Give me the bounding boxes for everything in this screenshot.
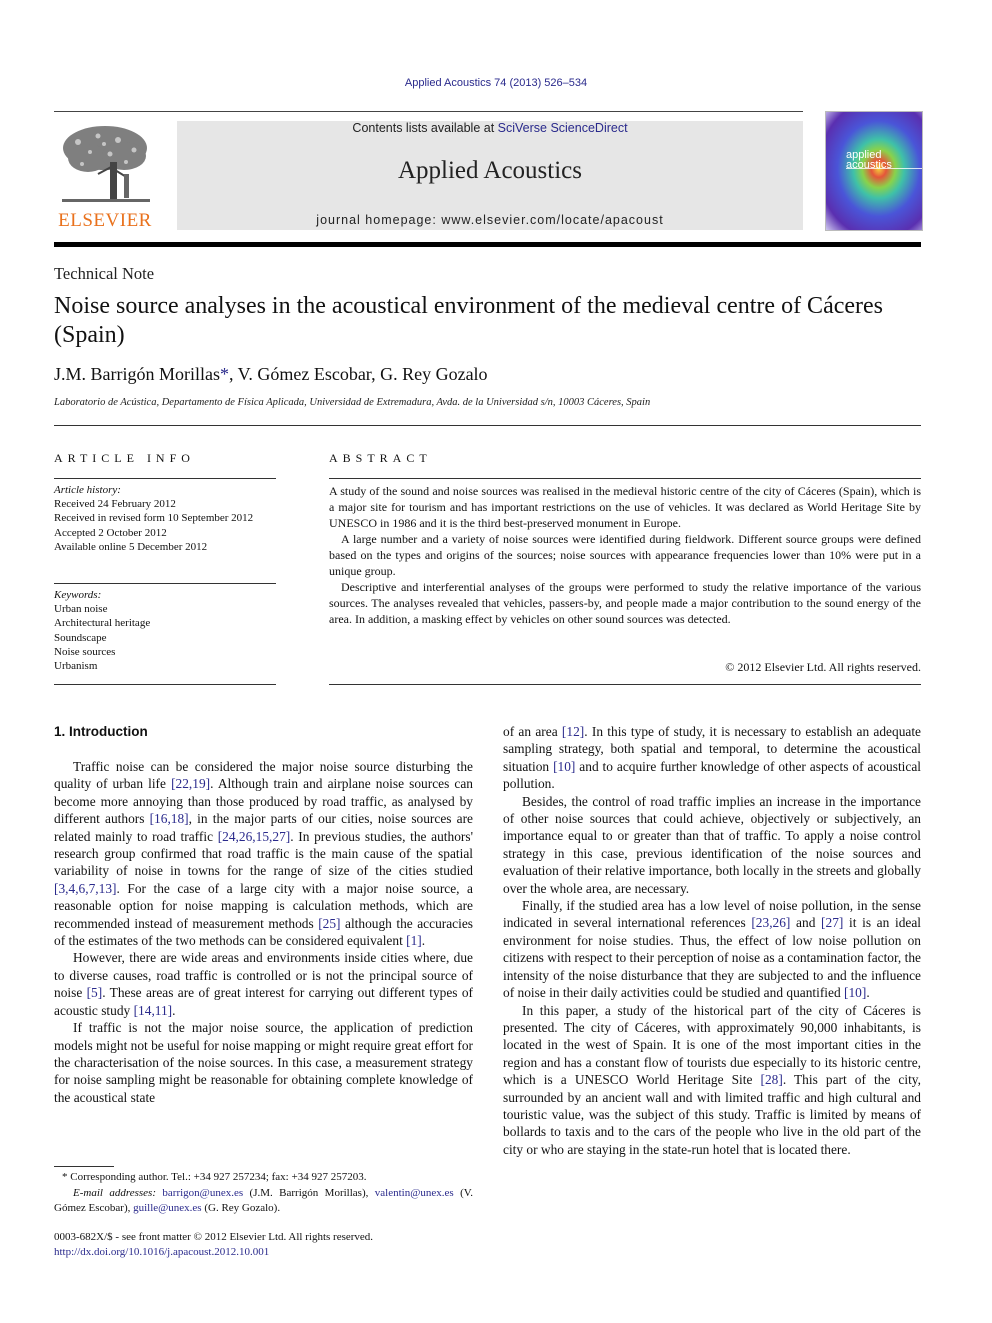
divider <box>54 425 921 426</box>
author-names-rest: , V. Gómez Escobar, G. Rey Gozalo <box>229 364 488 384</box>
article-type: Technical Note <box>54 264 155 283</box>
affiliation: Laboratorio de Acústica, Departamento de… <box>54 397 651 408</box>
divider <box>329 684 921 685</box>
abstract-body: A study of the sound and noise sources w… <box>329 483 921 627</box>
body-text: . <box>866 985 870 1001</box>
abstract-paragraph: Descriptive and interferential analyses … <box>329 580 921 626</box>
body-paragraph: Traffic noise can be considered the majo… <box>54 758 473 949</box>
article-history: Article history: Received 24 February 20… <box>54 483 276 554</box>
history-item: Received in revised form 10 September 20… <box>54 512 254 525</box>
corresponding-author-note: * Corresponding author. Tel.: +34 927 25… <box>54 1170 473 1186</box>
email-owner: (G. Rey Gozalo). <box>201 1202 281 1214</box>
citation-link[interactable]: [10] <box>844 985 866 1000</box>
header-top-rule <box>54 111 803 112</box>
body-paragraph: However, there are wide areas and enviro… <box>54 949 473 1019</box>
abstract-heading: ABSTRACT <box>329 451 432 465</box>
contents-prefix: Contents lists available at <box>352 121 498 135</box>
keyword: Urban noise <box>54 603 108 616</box>
author-name[interactable]: J.M. Barrigón Morillas <box>54 364 220 384</box>
divider <box>54 583 276 584</box>
contents-line: Contents lists available at SciVerse Sci… <box>177 121 803 135</box>
citation-link[interactable]: [1] <box>406 933 422 948</box>
body-column-left: Traffic noise can be considered the majo… <box>54 758 473 1106</box>
footnote-text: Corresponding author. Tel.: +34 927 2572… <box>67 1171 367 1183</box>
journal-banner: Contents lists available at SciVerse Sci… <box>177 121 803 230</box>
body-paragraph: If traffic is not the major noise source… <box>54 1019 473 1106</box>
history-item: Accepted 2 October 2012 <box>54 526 167 539</box>
elsevier-wordmark: ELSEVIER <box>58 210 152 231</box>
abstract-paragraph: A study of the sound and noise sources w… <box>329 484 921 530</box>
email-label: E-mail addresses: <box>73 1186 156 1199</box>
citation-link[interactable]: [22,19] <box>171 776 210 791</box>
section-heading-introduction: 1. Introduction <box>54 724 148 739</box>
keywords: Keywords: Urban noise Architectural heri… <box>54 588 276 673</box>
citation-link[interactable]: [25] <box>318 916 340 931</box>
keyword: Soundscape <box>54 631 107 644</box>
citation-link[interactable]: [12] <box>562 724 584 739</box>
footnote-rule <box>54 1166 114 1167</box>
body-text: . These areas are of great interest for … <box>54 985 473 1018</box>
article-info-heading: ARTICLE INFO <box>54 451 195 465</box>
email-addresses: E-mail addresses: barrigon@unex.es (J.M.… <box>54 1186 473 1217</box>
body-column-right: of an area [12]. In this type of study, … <box>503 723 921 1158</box>
citation-link[interactable]: [10] <box>553 759 575 774</box>
citation-link[interactable]: [23,26] <box>751 915 790 930</box>
body-text: of an area <box>503 724 562 739</box>
body-text: If traffic is not the major noise source… <box>54 1020 473 1105</box>
body-text: . <box>172 1002 176 1018</box>
cover-line <box>846 168 922 169</box>
doi-link[interactable]: http://dx.doi.org/10.1016/j.apacoust.201… <box>54 1245 373 1260</box>
keyword: Noise sources <box>54 645 116 658</box>
abstract-copyright: © 2012 Elsevier Ltd. All rights reserved… <box>725 660 921 674</box>
abstract-paragraph: A large number and a variety of noise so… <box>329 532 921 578</box>
footnote: * Corresponding author. Tel.: +34 927 25… <box>54 1170 473 1217</box>
body-paragraph: In this paper, a study of the historical… <box>503 1002 921 1159</box>
email-link[interactable]: guille@unex.es <box>133 1202 201 1214</box>
keyword: Urbanism <box>54 660 98 673</box>
cover-title: applied acoustics <box>846 150 892 171</box>
sciencedirect-link[interactable]: SciVerse ScienceDirect <box>498 121 628 135</box>
citation-link[interactable]: [5] <box>87 985 103 1000</box>
citation-link[interactable]: [16,18] <box>150 811 189 826</box>
divider <box>54 684 276 685</box>
elsevier-tree-icon <box>62 126 150 202</box>
history-item: Available online 5 December 2012 <box>54 540 208 553</box>
corresponding-author-mark[interactable]: * <box>220 364 229 384</box>
front-matter: 0003-682X/$ - see front matter © 2012 El… <box>54 1230 373 1259</box>
divider <box>329 478 921 479</box>
elsevier-logo[interactable]: ELSEVIER <box>54 120 156 232</box>
email-link[interactable]: valentin@unex.es <box>375 1187 454 1199</box>
author-list: J.M. Barrigón Morillas*, V. Gómez Escoba… <box>54 364 488 385</box>
citation-link[interactable]: [28] <box>761 1072 783 1087</box>
journal-title: Applied Acoustics <box>397 157 582 184</box>
journal-cover-image[interactable]: applied acoustics <box>825 111 923 231</box>
citation-link[interactable]: [3,4,6,7,13] <box>54 881 116 896</box>
body-paragraph: of an area [12]. In this type of study, … <box>503 723 921 793</box>
issn-line: 0003-682X/$ - see front matter © 2012 El… <box>54 1231 374 1243</box>
body-paragraph: Finally, if the studied area has a low l… <box>503 897 921 1001</box>
article-title: Noise source analyses in the acoustical … <box>54 293 884 348</box>
keyword: Architectural heritage <box>54 617 151 630</box>
body-text: Besides, the control of road traffic imp… <box>503 793 921 896</box>
header-thick-rule <box>54 242 921 247</box>
citation-link[interactable]: [27] <box>821 915 843 930</box>
journal-homepage[interactable]: journal homepage: www.elsevier.com/locat… <box>177 213 803 227</box>
body-text: and <box>790 915 822 931</box>
body-text: . <box>421 933 426 949</box>
email-link[interactable]: barrigon@unex.es <box>162 1187 243 1199</box>
keywords-label: Keywords: <box>54 589 102 601</box>
email-owner: (J.M. Barrigón Morillas), <box>243 1186 375 1199</box>
cover-title-line2: acoustics <box>846 159 892 171</box>
history-item: Received 24 February 2012 <box>54 498 176 511</box>
citation-link[interactable]: [24,26,15,27] <box>218 829 291 844</box>
citation-link[interactable]: [14,11] <box>134 1003 173 1018</box>
divider <box>54 478 276 479</box>
body-paragraph: Besides, the control of road traffic imp… <box>503 793 921 897</box>
journal-reference-link[interactable]: Applied Acoustics 74 (2013) 526–534 <box>0 77 992 89</box>
article-history-label: Article history: <box>54 484 121 496</box>
